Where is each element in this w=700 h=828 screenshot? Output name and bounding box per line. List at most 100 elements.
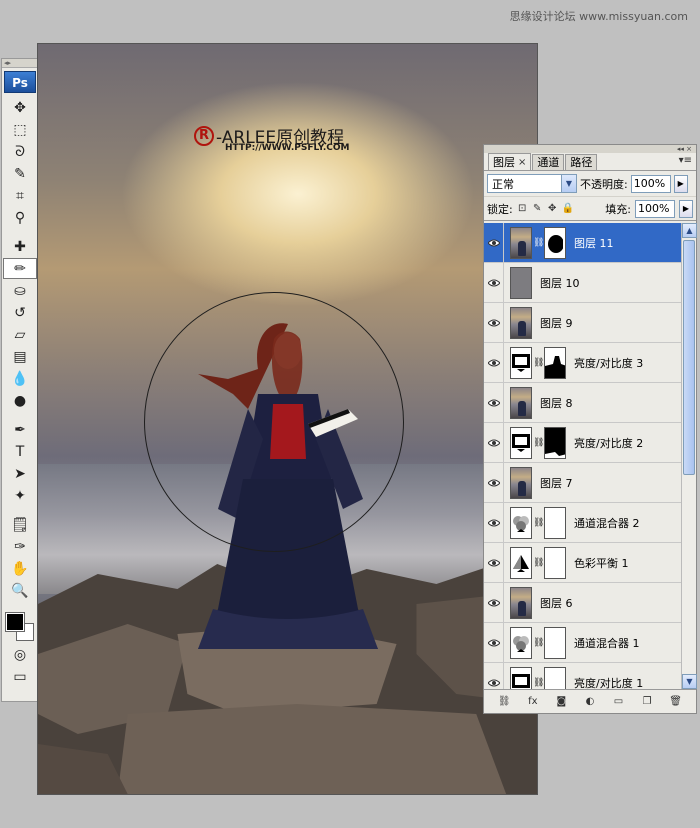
- opacity-input[interactable]: 100%: [630, 174, 671, 193]
- layer-thumbnail[interactable]: [510, 426, 532, 459]
- fill-input[interactable]: 100%: [635, 199, 675, 218]
- delete-layer-icon[interactable]: 🗑: [668, 694, 684, 710]
- layer-row[interactable]: 图层 8: [484, 382, 682, 423]
- layer-thumbnail[interactable]: [510, 226, 532, 259]
- new-layer-icon[interactable]: ❐: [639, 694, 655, 710]
- new-group-icon[interactable]: ▭: [611, 694, 627, 710]
- layer-row[interactable]: ⛓ 图层 11: [484, 223, 682, 263]
- eraser-tool-icon[interactable]: ▱: [3, 324, 37, 345]
- layer-row[interactable]: 图层 6: [484, 582, 682, 623]
- chain-link-icon[interactable]: ⛓: [533, 678, 544, 688]
- chain-link-icon[interactable]: ⛓: [533, 518, 544, 528]
- eye-icon[interactable]: [484, 542, 504, 583]
- lock-all-icon[interactable]: 🔒: [562, 203, 574, 214]
- chain-link-icon[interactable]: ⛓: [533, 558, 544, 568]
- layer-row[interactable]: ⛓ 色彩平衡 1: [484, 542, 682, 583]
- close-icon[interactable]: ×: [518, 155, 526, 170]
- layer-row[interactable]: ⛓ 通道混合器 2: [484, 502, 682, 543]
- screen-mode-button[interactable]: ▭: [3, 666, 37, 687]
- layer-thumbnail[interactable]: [510, 626, 532, 659]
- eye-icon[interactable]: [484, 302, 504, 343]
- layer-row[interactable]: ⛓ 亮度/对比度 3: [484, 342, 682, 383]
- shape-tool-icon[interactable]: ✦: [3, 485, 37, 506]
- scroll-up-button[interactable]: ▲: [682, 223, 697, 238]
- eyedropper-tool-icon[interactable]: ⚲: [3, 207, 37, 228]
- chevron-down-icon[interactable]: ▼: [561, 175, 576, 192]
- panel-menu-icon[interactable]: ▾≡: [679, 155, 692, 166]
- eye-icon[interactable]: [484, 422, 504, 463]
- eye-icon[interactable]: [484, 342, 504, 383]
- gradient-tool-icon[interactable]: ▤: [3, 346, 37, 367]
- eye-icon[interactable]: [484, 223, 504, 263]
- layer-thumbnail[interactable]: [510, 266, 532, 299]
- layer-mask-thumbnail[interactable]: [544, 426, 566, 459]
- blur-tool-icon[interactable]: 💧: [3, 368, 37, 389]
- layer-mask-thumbnail[interactable]: [544, 546, 566, 579]
- layer-mask-thumbnail[interactable]: [544, 506, 566, 539]
- document-canvas[interactable]: R -ARLEE原创教程 HTTP://WWW.PSFLY.COM: [37, 43, 538, 795]
- history-brush-tool-icon[interactable]: ↺: [3, 302, 37, 323]
- eye-icon[interactable]: [484, 582, 504, 623]
- quick-select-tool-icon[interactable]: ✎: [3, 163, 37, 184]
- opacity-slider-button[interactable]: ▶: [673, 174, 688, 193]
- pen-tool-icon[interactable]: ✒: [3, 419, 37, 440]
- layer-thumbnail[interactable]: [510, 506, 532, 539]
- chain-link-icon[interactable]: ⛓: [533, 358, 544, 368]
- layer-mask-thumbnail[interactable]: [544, 626, 566, 659]
- layer-mask-thumbnail[interactable]: [544, 666, 566, 689]
- adjustment-layer-icon[interactable]: ◐: [582, 694, 598, 710]
- healing-brush-tool-icon[interactable]: ✚: [3, 236, 37, 257]
- layer-thumbnail[interactable]: [510, 546, 532, 579]
- eye-icon[interactable]: [484, 622, 504, 663]
- eye-icon[interactable]: [484, 382, 504, 423]
- chain-link-icon[interactable]: ⛓: [533, 238, 544, 248]
- eye-icon[interactable]: [484, 662, 504, 689]
- layer-mask-thumbnail[interactable]: [544, 226, 566, 259]
- eyedropper2-tool-icon[interactable]: ✑: [3, 536, 37, 557]
- lasso-tool-icon[interactable]: ᘐ: [3, 141, 37, 162]
- brush-tool-icon[interactable]: ✏: [3, 258, 37, 279]
- add-mask-icon[interactable]: ◙: [553, 694, 569, 710]
- layer-row[interactable]: ⛓ 通道混合器 1: [484, 622, 682, 663]
- layers-scrollbar[interactable]: ▲ ▼: [681, 223, 697, 689]
- link-layers-icon[interactable]: ⛓: [496, 694, 512, 710]
- dodge-tool-icon[interactable]: ●: [3, 390, 37, 411]
- layer-thumbnail[interactable]: [510, 386, 532, 419]
- panel-title-bar[interactable]: ◂◂ ×: [484, 145, 696, 153]
- lock-transparent-icon[interactable]: ⊡: [517, 203, 528, 214]
- toolbox-grip[interactable]: ◂▸: [2, 59, 38, 68]
- layer-style-icon[interactable]: fx: [525, 694, 541, 710]
- scroll-thumb[interactable]: [683, 240, 695, 475]
- ps-logo[interactable]: Ps: [4, 71, 36, 93]
- tab-2[interactable]: 路径: [565, 154, 598, 170]
- layer-thumbnail[interactable]: [510, 586, 532, 619]
- layer-thumbnail[interactable]: [510, 306, 532, 339]
- tab-0[interactable]: 图层 ×: [488, 153, 532, 170]
- chain-link-icon[interactable]: ⛓: [533, 438, 544, 448]
- tab-1[interactable]: 通道: [532, 154, 565, 170]
- layer-mask-thumbnail[interactable]: [544, 346, 566, 379]
- layer-row[interactable]: 图层 7: [484, 462, 682, 503]
- layer-thumbnail[interactable]: [510, 346, 532, 379]
- layer-row[interactable]: 图层 9: [484, 302, 682, 343]
- marquee-tool-icon[interactable]: ⬚: [3, 119, 37, 140]
- eye-icon[interactable]: [484, 262, 504, 303]
- quick-mask-button[interactable]: ◎: [3, 644, 37, 665]
- layer-row[interactable]: ⛓ 亮度/对比度 2: [484, 422, 682, 463]
- fill-slider-button[interactable]: ▶: [679, 199, 693, 218]
- move-tool-icon[interactable]: ✥: [3, 97, 37, 118]
- clone-stamp-tool-icon[interactable]: ⛀: [3, 280, 37, 301]
- notes-tool-icon[interactable]: 🗒: [3, 514, 37, 535]
- layer-thumbnail[interactable]: [510, 466, 532, 499]
- layer-row[interactable]: ⛓ 亮度/对比度 1: [484, 662, 682, 689]
- path-select-tool-icon[interactable]: ➤: [3, 463, 37, 484]
- layer-thumbnail[interactable]: [510, 666, 532, 689]
- crop-tool-icon[interactable]: ⌗: [3, 185, 37, 206]
- hand-tool-icon[interactable]: ✋: [3, 558, 37, 579]
- zoom-tool-icon[interactable]: 🔍: [3, 580, 37, 601]
- blend-mode-select[interactable]: 正常 ▼: [487, 174, 577, 193]
- layer-row[interactable]: 图层 10: [484, 262, 682, 303]
- eye-icon[interactable]: [484, 502, 504, 543]
- lock-position-icon[interactable]: ✥: [547, 203, 558, 214]
- scroll-down-button[interactable]: ▼: [682, 674, 697, 689]
